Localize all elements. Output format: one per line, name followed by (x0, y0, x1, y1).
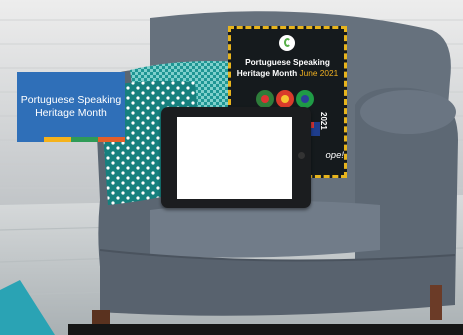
stripe-segment (44, 137, 71, 142)
poster-year: 2021 (319, 112, 328, 130)
home-button-icon (298, 152, 305, 159)
sign-line-2: Heritage Month (35, 107, 107, 119)
poster-title: Portuguese Speaking Heritage Month June … (228, 57, 347, 78)
poster-date: June 2021 (299, 67, 339, 78)
leaf-logo-icon (279, 35, 295, 51)
tablet-device (161, 107, 311, 208)
sign-color-stripe (17, 137, 125, 142)
poster-tagline: ope! (325, 150, 345, 161)
tablet-screen (177, 117, 292, 199)
bottom-bar (68, 324, 463, 335)
stripe-segment (17, 137, 44, 142)
poster-title-line-1: Portuguese Speaking (245, 57, 330, 67)
sign-line-1: Portuguese Speaking (20, 93, 122, 106)
stripe-segment (71, 137, 98, 142)
poster-title-line-2: Heritage Month (236, 67, 298, 78)
stripe-segment (98, 137, 125, 142)
heritage-month-sign: Portuguese Speaking Heritage Month (17, 72, 125, 142)
